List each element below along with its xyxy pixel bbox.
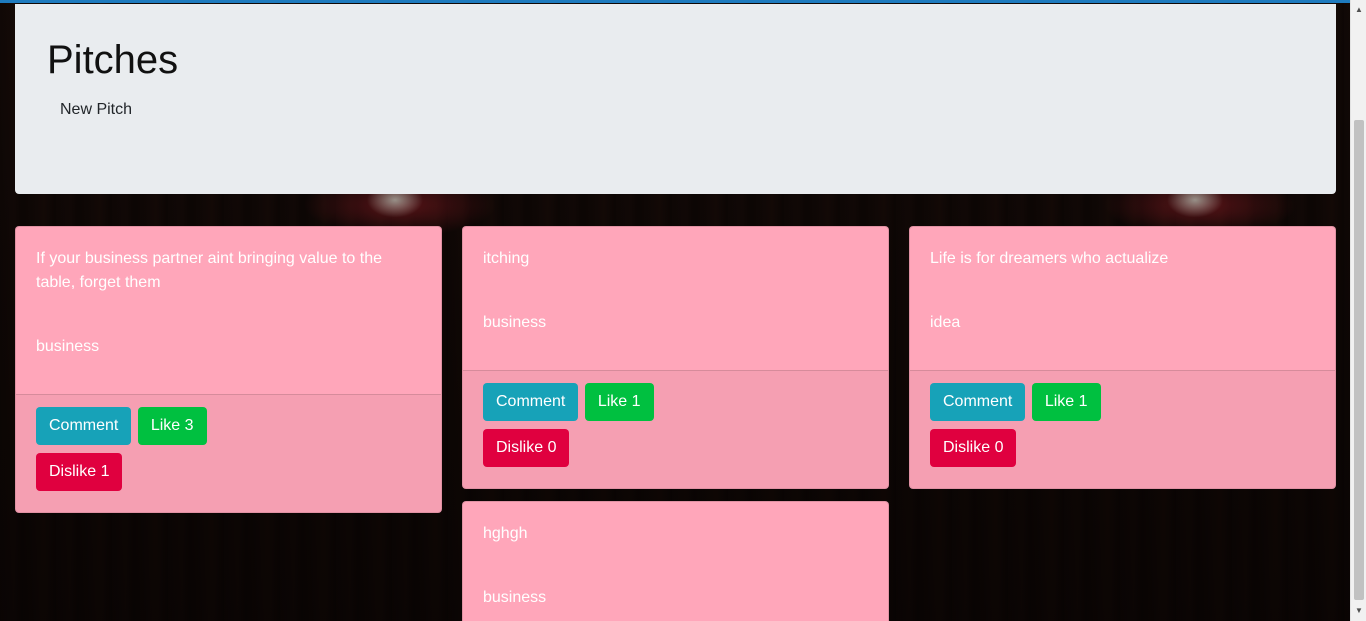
pitch-card-body: hghgh business [463, 502, 888, 610]
pitch-text: Life is for dreamers who actualize [930, 250, 1169, 267]
pitch-text: hghgh [483, 525, 528, 542]
pitch-text: itching [483, 250, 530, 267]
comment-button[interactable]: Comment [36, 407, 132, 445]
pitch-category: business [483, 589, 547, 606]
like-button[interactable]: Like 1 [1031, 383, 1101, 421]
like-button[interactable]: Like 1 [584, 383, 654, 421]
like-button[interactable]: Like 3 [137, 407, 207, 445]
pitch-card-footer: Comment Like 1 Dislike 0 [910, 370, 1335, 488]
pitch-card: itching business Comment Like 1 Dislike … [462, 226, 889, 489]
top-accent-line [0, 0, 1350, 3]
pitch-card-body: If your business partner aint bringing v… [16, 227, 441, 359]
scrollbar-thumb[interactable] [1354, 120, 1364, 600]
pitch-card-body: Life is for dreamers who actualize idea [910, 227, 1335, 335]
pitch-card: If your business partner aint bringing v… [15, 226, 442, 513]
pitch-card: hghgh business [462, 501, 889, 621]
comment-button[interactable]: Comment [930, 383, 1026, 421]
comment-button[interactable]: Comment [483, 383, 579, 421]
dislike-button[interactable]: Dislike 0 [483, 429, 570, 467]
vertical-scrollbar[interactable]: ▲ ▼ [1350, 0, 1366, 621]
pitch-text: If your business partner aint bringing v… [36, 250, 382, 291]
pitch-card-footer: Comment Like 3 Dislike 1 [16, 394, 441, 512]
page-title: Pitches [47, 38, 179, 82]
pitch-category: business [483, 314, 547, 331]
scroll-up-arrow-icon[interactable]: ▲ [1351, 2, 1366, 18]
pitch-card-body: itching business [463, 227, 888, 335]
dislike-button[interactable]: Dislike 0 [930, 429, 1017, 467]
dislike-button[interactable]: Dislike 1 [36, 453, 123, 491]
scroll-down-arrow-icon[interactable]: ▼ [1351, 603, 1366, 619]
header-jumbotron: Pitches New Pitch [15, 4, 1336, 194]
pitch-category: idea [930, 314, 961, 331]
new-pitch-link[interactable]: New Pitch [60, 101, 132, 119]
pitch-category: business [36, 338, 100, 355]
pitch-card-footer: Comment Like 1 Dislike 0 [463, 370, 888, 488]
pitch-card: Life is for dreamers who actualize idea … [909, 226, 1336, 489]
